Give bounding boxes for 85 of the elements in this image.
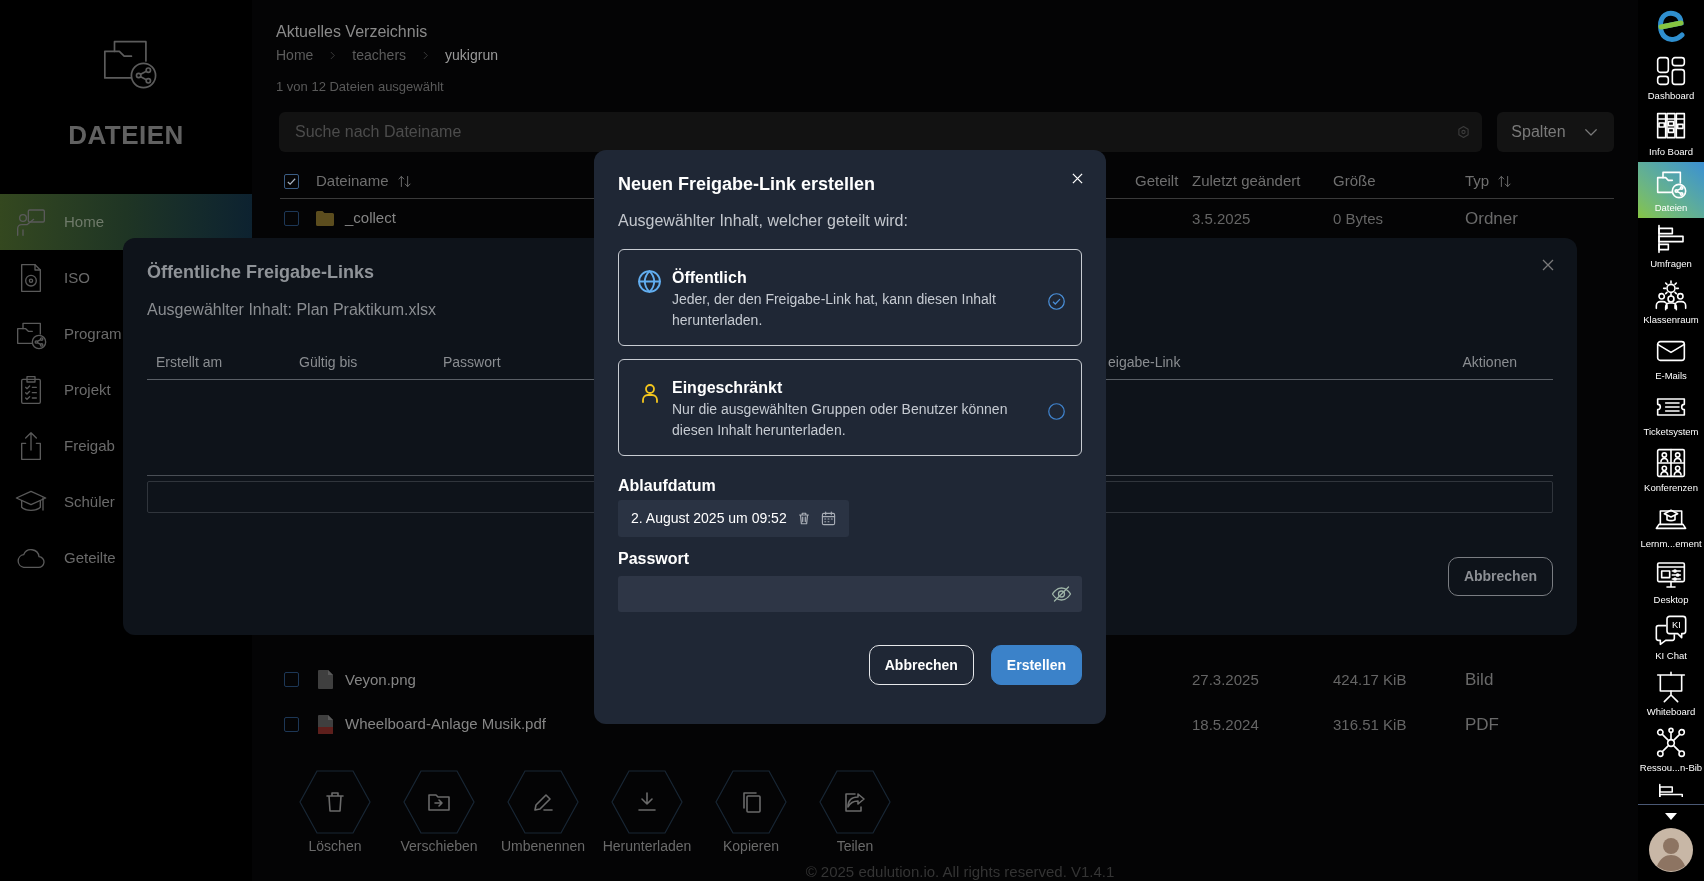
field-label: Passwort — [618, 550, 690, 567]
column-header: eigabe-Link — [1108, 354, 1181, 370]
column-header[interactable]: Größe — [1333, 170, 1376, 193]
dialog-title: Öffentliche Freigabe-Links — [147, 262, 375, 282]
app-title: DATEIEN — [68, 119, 184, 151]
column-header[interactable]: Geteilt — [1135, 170, 1179, 193]
password-field[interactable] — [618, 576, 1082, 612]
table-cell: 3.5.2025 — [1192, 209, 1251, 227]
sort-icon[interactable] — [1497, 173, 1513, 189]
presenter-icon — [15, 206, 47, 238]
network-icon — [1655, 727, 1687, 759]
eye-slash-icon[interactable] — [1051, 584, 1072, 604]
nav-item[interactable]: Geteilte — [0, 530, 116, 586]
breadcrumb-link[interactable]: yukigrun — [445, 46, 498, 64]
nav-item[interactable]: Freigab — [0, 418, 115, 474]
download-icon — [635, 790, 659, 814]
breadcrumb-link[interactable]: teachers — [352, 46, 407, 64]
globe-icon — [636, 269, 662, 294]
nav-item[interactable]: ISO — [0, 250, 90, 306]
cancel-button[interactable]: Abbrechen — [868, 645, 974, 685]
field-label: Ablaufdatum — [618, 477, 716, 494]
share-option-card[interactable]: Öffentlich Jeder, der den Freigabe-Link hat, kann diesen Inhalt herunterladen. — [618, 249, 1082, 346]
nav-item[interactable]: Schüler — [0, 474, 115, 530]
nav-item[interactable]: Program — [0, 306, 122, 362]
checkbox[interactable] — [284, 672, 299, 688]
table-cell: 424.17 KiB — [1333, 670, 1407, 688]
group-icon — [1655, 279, 1687, 311]
option-title: Öffentlich — [672, 267, 748, 288]
column-header: Erstellt am — [156, 354, 223, 370]
video-grid-icon — [1655, 447, 1687, 479]
section-title: Aktuelles Verzeichnis — [276, 23, 428, 40]
grid-icon — [1655, 55, 1687, 87]
table-cell: 18.5.2024 — [1192, 715, 1259, 733]
hexagon-icon — [1457, 125, 1470, 139]
file-icon — [317, 670, 333, 690]
trash-icon[interactable] — [796, 511, 811, 526]
checkbox[interactable] — [284, 173, 299, 189]
caret-down-icon[interactable] — [1663, 810, 1679, 822]
checkbox[interactable] — [284, 717, 299, 733]
create-button[interactable]: Erstellen — [990, 645, 1082, 685]
columns-button[interactable]: Spalten — [1497, 112, 1614, 152]
option-description: Nur die ausgewählten Gruppen oder Benutzer können diesen Inhalt herunterladen. — [672, 400, 1009, 440]
selected-content: Ausgewählter Inhalt: Plan Praktikum.xlsx — [147, 301, 436, 318]
nav-item[interactable]: Projekt — [0, 362, 111, 418]
app-logo-icon[interactable] — [1657, 8, 1685, 42]
sort-icon[interactable] — [396, 173, 412, 189]
selection-info: 1 von 12 Dateien ausgewählt — [276, 78, 444, 97]
user-avatar[interactable] — [1649, 828, 1693, 872]
table-cell: PDF — [1465, 714, 1499, 734]
column-header[interactable]: Zuletzt geändert — [1192, 170, 1301, 193]
date-field[interactable]: 2. August 2025 um 09:52 — [618, 500, 849, 537]
file-name[interactable]: Wheelboard-Anlage Musik.pdf — [345, 713, 546, 736]
column-header: Gültig bis — [299, 354, 358, 370]
share-option-card[interactable]: Eingeschränkt Nur die ausgewählten Gruppen oder Benutzer können diesen Inhalt herunterladen. — [618, 359, 1082, 456]
checkbox[interactable] — [284, 211, 299, 227]
option-title: Eingeschränkt — [672, 378, 784, 398]
trash-icon — [323, 790, 347, 814]
app-bar-item[interactable]: Dateien — [1638, 162, 1704, 218]
checked-radio-icon[interactable] — [1048, 292, 1065, 310]
radio-icon[interactable] — [1048, 402, 1065, 420]
table-cell: Ordner — [1465, 208, 1518, 228]
search-field[interactable]: Suche nach Dateiname — [279, 112, 1482, 152]
column-header: Passwort — [443, 354, 501, 370]
dialog-title: Neuen Freigabe-Link erstellen — [618, 174, 876, 194]
share-icon — [843, 790, 867, 814]
column-header[interactable]: Dateiname — [316, 170, 389, 193]
table-cell: 316.51 KiB — [1333, 715, 1407, 733]
breadcrumb-link[interactable]: Home — [276, 46, 314, 64]
column-header: Aktionen — [1462, 354, 1517, 370]
monitor-sliders-icon — [1655, 559, 1687, 591]
column-header[interactable]: Typ — [1465, 170, 1490, 193]
cancel-button[interactable]: Abbrechen — [1447, 557, 1553, 596]
table-cell: Bild — [1465, 670, 1494, 690]
option-description: Jeder, der den Freigabe-Link hat, kann diesen Inhalt herunterladen. — [672, 290, 997, 330]
easel-icon — [1655, 671, 1687, 703]
dialog-subtitle: Ausgewählter Inhalt, welcher geteilt wird: — [618, 212, 908, 229]
calendar-icon[interactable] — [820, 511, 836, 526]
pdf-file-icon — [317, 715, 333, 735]
user-icon — [641, 383, 658, 403]
folder-icon — [316, 211, 334, 227]
table-cell: 27.3.2025 — [1192, 670, 1259, 688]
table-cell: 0 Bytes — [1333, 209, 1384, 227]
bar-chart-icon — [1655, 223, 1687, 255]
file-name[interactable]: _collect — [345, 207, 396, 230]
file-name[interactable]: Veyon.png — [345, 668, 416, 692]
